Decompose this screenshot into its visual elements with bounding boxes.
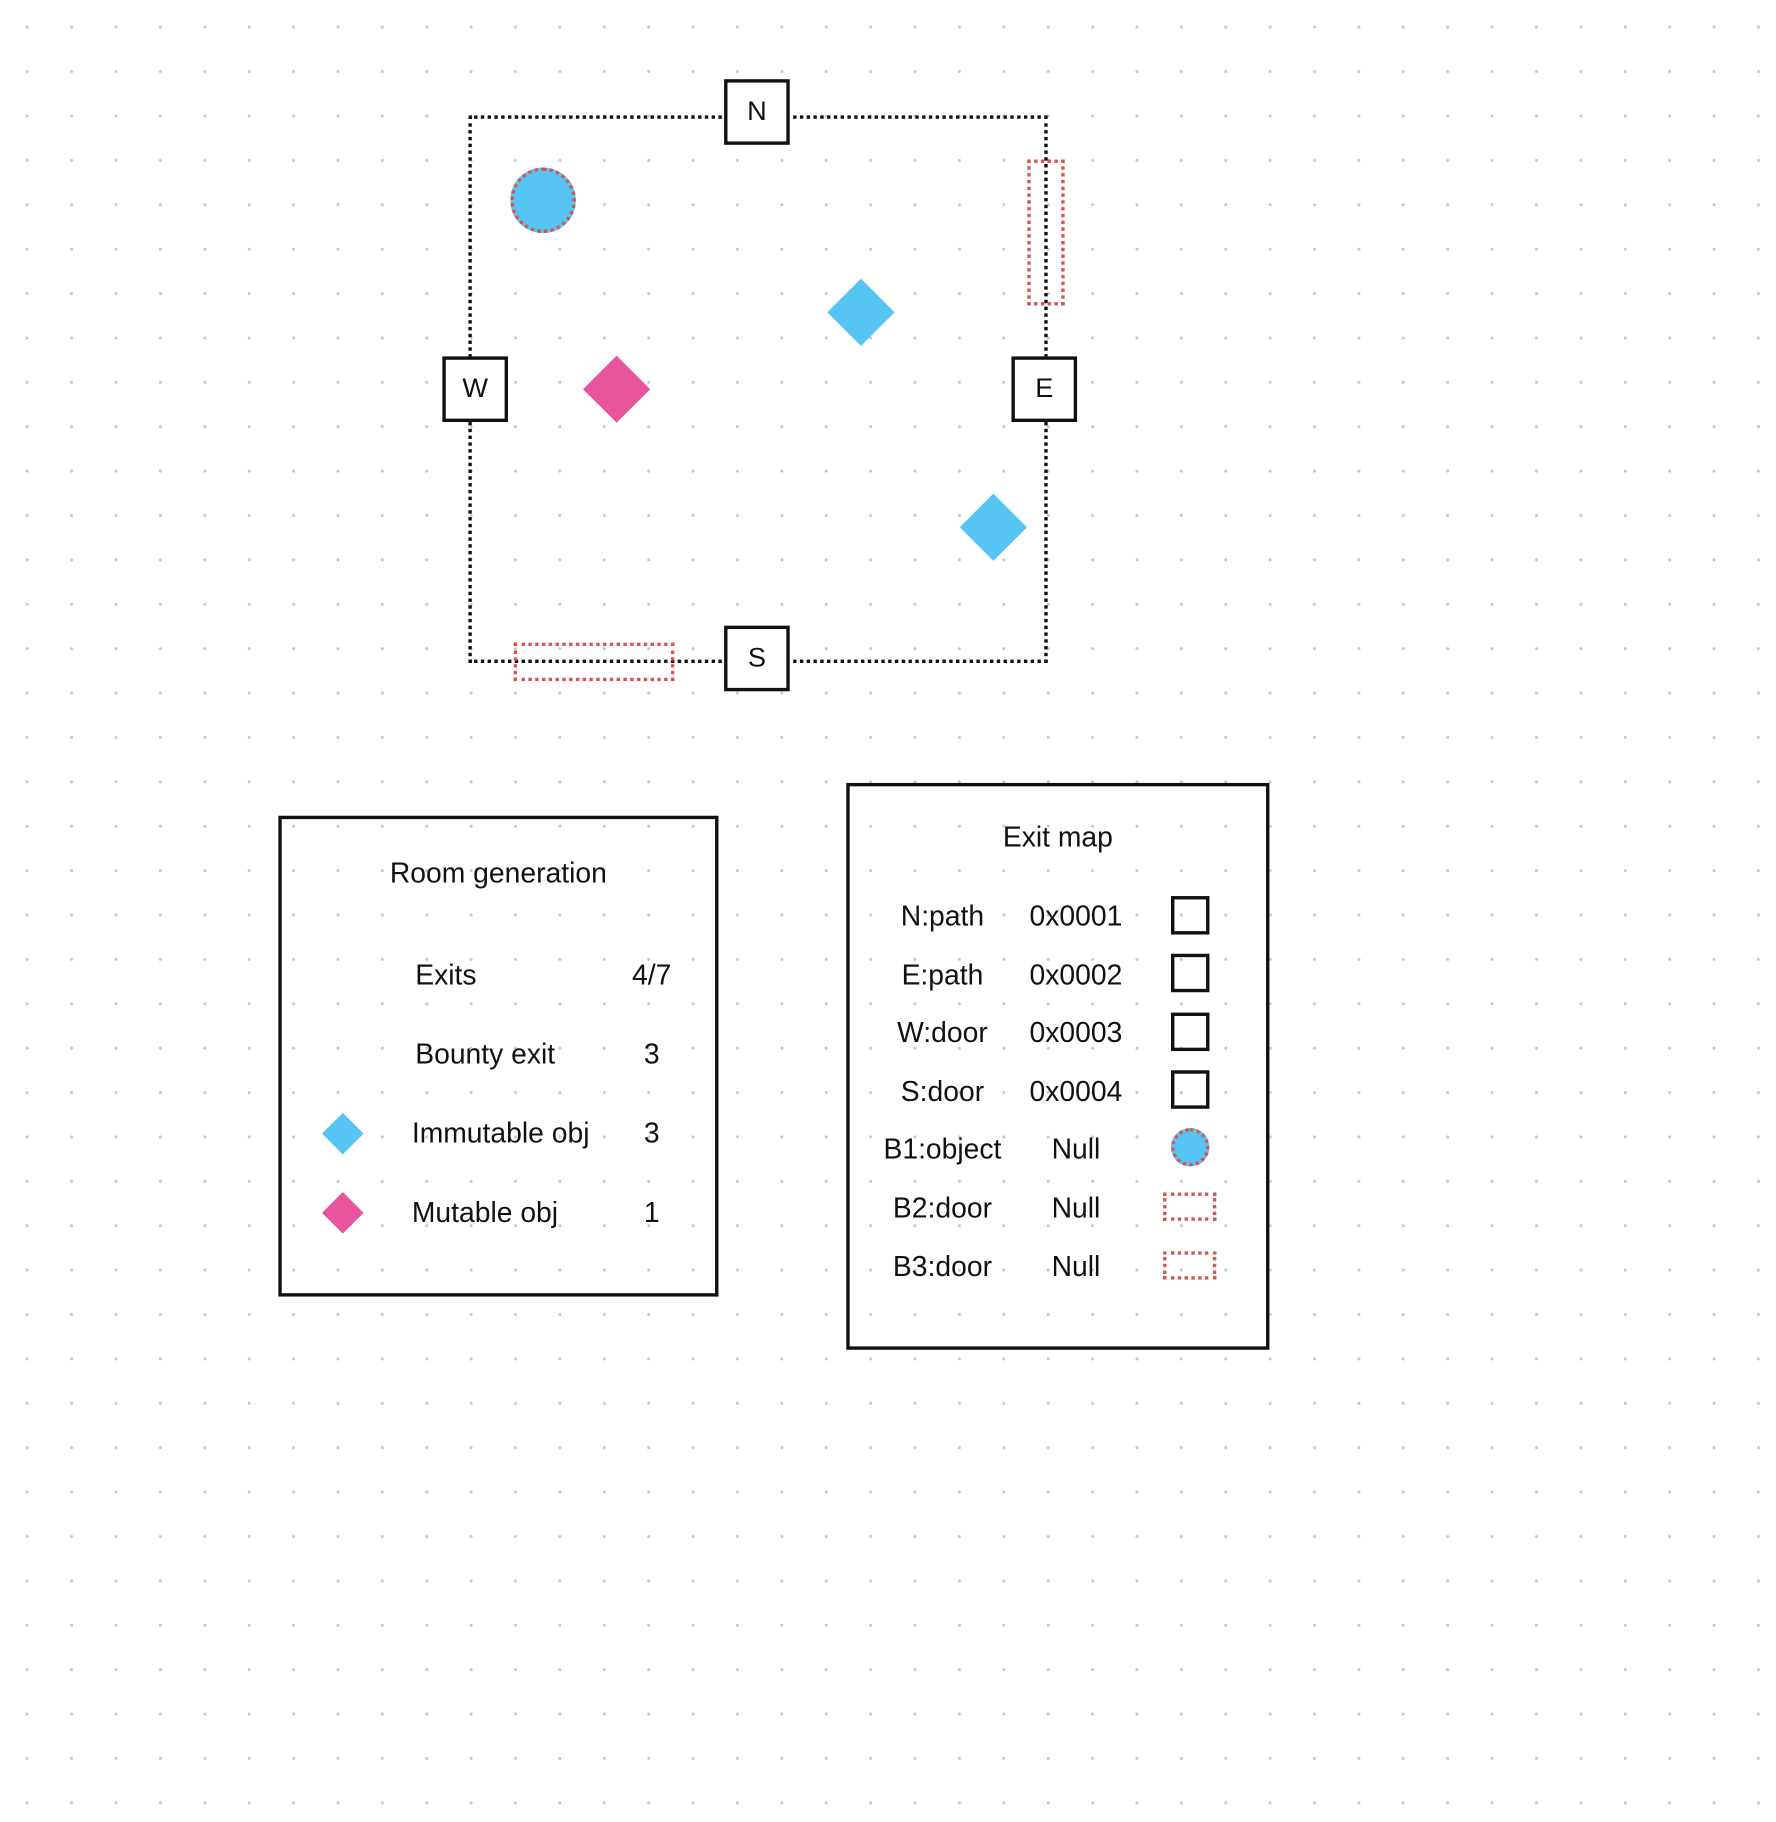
room-generation-row-value: 3 xyxy=(643,1117,660,1150)
dotted-circle-icon xyxy=(1170,1128,1210,1167)
exit-map-row-value: 0x0003 xyxy=(1029,1017,1123,1049)
immutable-object-diamond-icon[interactable] xyxy=(827,278,895,346)
diagram-canvas: N S W E Room generation Exits 4/7 Bounty… xyxy=(0,0,1776,1822)
room-generation-row-label: Mutable obj xyxy=(411,1197,559,1229)
mutable-object-diamond-icon[interactable] xyxy=(583,355,651,423)
room-generation-row-label: Exits xyxy=(415,959,477,992)
exit-east-box[interactable]: E xyxy=(1011,356,1078,423)
blocked-door-south-wall[interactable] xyxy=(513,642,675,682)
exit-map-row-label: B2:door xyxy=(892,1192,992,1225)
room-generation-row-value: 1 xyxy=(643,1197,660,1229)
exit-east-label: E xyxy=(1035,373,1054,404)
square-icon xyxy=(1170,896,1210,935)
exit-map-row-label: N:path xyxy=(900,900,985,933)
dotted-door-icon xyxy=(1163,1251,1217,1280)
exit-map-title: Exit map xyxy=(1002,821,1113,854)
room-generation-row-value: 4/7 xyxy=(632,959,672,992)
exit-map-row-label: B1:object xyxy=(883,1133,1002,1166)
exit-south-box[interactable]: S xyxy=(724,625,790,692)
exit-map-row-label: E:path xyxy=(901,959,984,992)
room-generation-title: Room generation xyxy=(389,857,607,890)
immutable-object-diamond-icon[interactable] xyxy=(959,493,1027,561)
exit-map-row-value: 0x0004 xyxy=(1029,1075,1123,1108)
exit-map-row-label: B3:door xyxy=(892,1251,992,1284)
blocker-object-circle-icon[interactable] xyxy=(510,167,576,234)
exit-map-row-value: Null xyxy=(1051,1251,1101,1284)
square-icon xyxy=(1170,953,1210,993)
exit-map-row-value: 0x0002 xyxy=(1029,959,1123,992)
exit-map-row-value: 0x0001 xyxy=(1029,900,1123,933)
dotted-door-icon xyxy=(1163,1192,1217,1221)
exit-map-row-value: Null xyxy=(1051,1133,1101,1166)
room-generation-row-value: 3 xyxy=(643,1038,660,1071)
square-icon xyxy=(1170,1070,1210,1109)
square-icon xyxy=(1170,1012,1210,1052)
exit-west-box[interactable]: W xyxy=(442,356,508,423)
blocked-door-east-wall[interactable] xyxy=(1027,159,1065,306)
room-generation-row-label: Bounty exit xyxy=(415,1038,556,1071)
exit-north-box[interactable]: N xyxy=(724,79,790,145)
exit-map-row-label: S:door xyxy=(900,1075,985,1108)
exit-south-label: S xyxy=(747,642,766,674)
exit-map-row-label: W:door xyxy=(897,1017,988,1049)
exit-west-label: W xyxy=(462,373,489,404)
room-generation-row-label: Immutable obj xyxy=(411,1117,590,1150)
exit-north-label: N xyxy=(747,96,767,127)
exit-map-row-value: Null xyxy=(1051,1192,1101,1225)
